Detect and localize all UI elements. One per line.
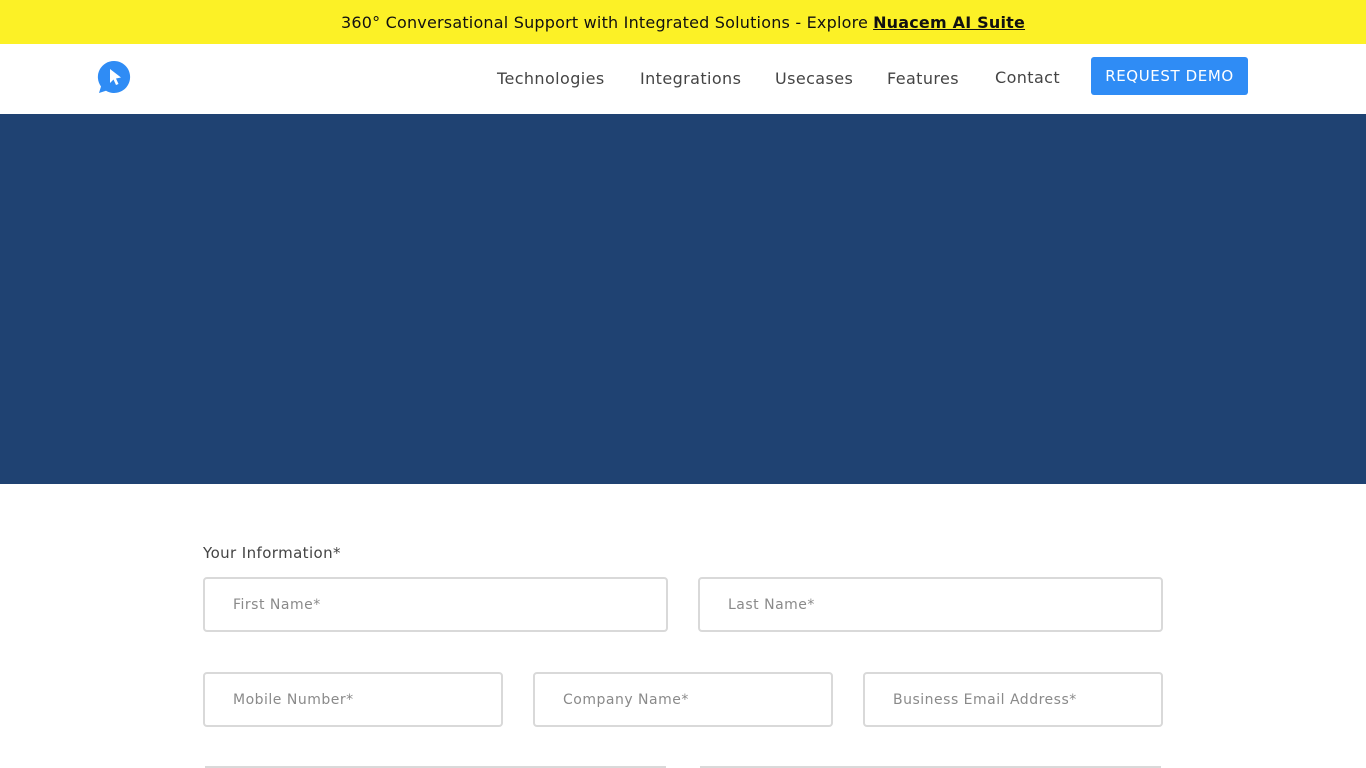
mobile-number-input[interactable] — [203, 672, 503, 727]
last-name-input[interactable] — [698, 577, 1163, 632]
first-name-input[interactable] — [203, 577, 668, 632]
nav-item-integrations[interactable]: Integrations — [640, 69, 741, 88]
nav-item-technologies[interactable]: Technologies — [497, 69, 605, 88]
nav-item-features[interactable]: Features — [887, 69, 959, 88]
company-name-input[interactable] — [533, 672, 833, 727]
nav-item-usecases[interactable]: Usecases — [775, 69, 853, 88]
request-demo-button[interactable]: REQUEST DEMO — [1091, 57, 1248, 95]
nav-item-contact[interactable]: Contact — [995, 68, 1060, 87]
form-section-label: Your Information* — [203, 544, 341, 562]
hero-banner — [0, 114, 1366, 484]
top-navigation: Technologies Integrations Usecases Featu… — [0, 44, 1366, 114]
announcement-text: 360° Conversational Support with Integra… — [340, 12, 869, 32]
announcement-bar: 360° Conversational Support with Integra… — [0, 0, 1366, 44]
announcement-link[interactable]: Nuacem AI Suite — [873, 13, 1025, 32]
business-email-input[interactable] — [863, 672, 1163, 727]
